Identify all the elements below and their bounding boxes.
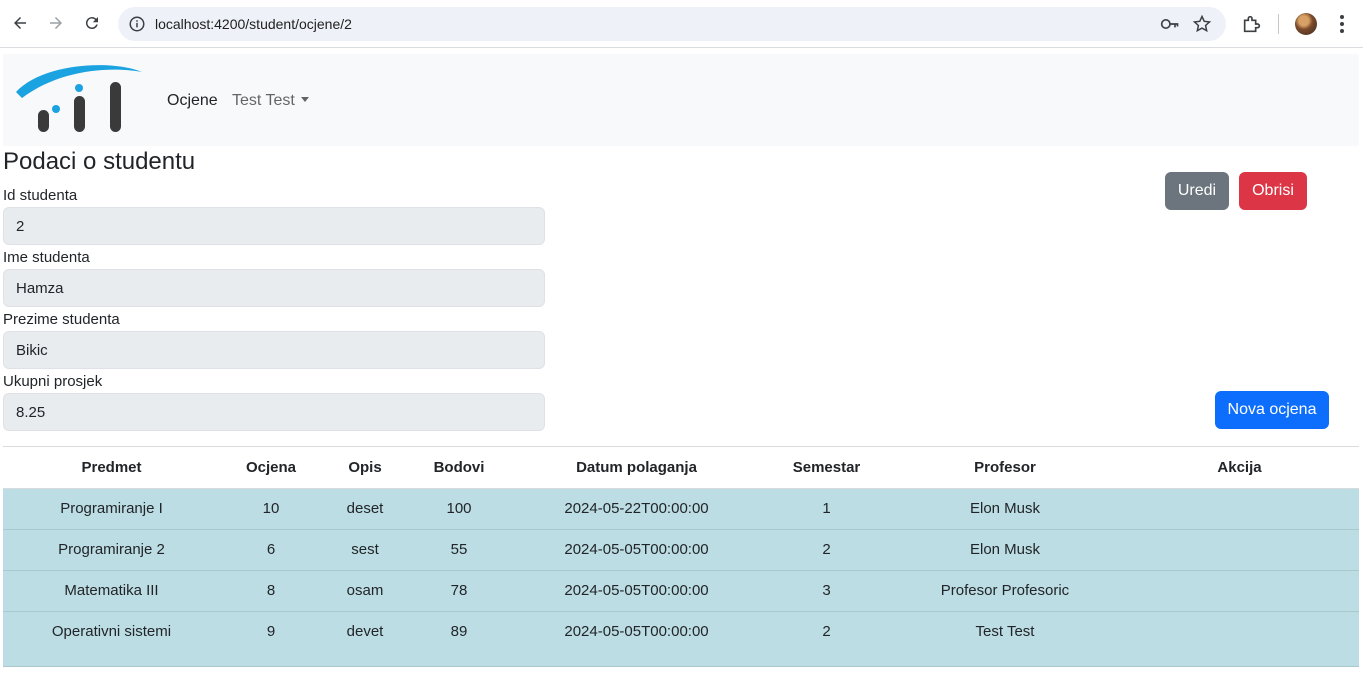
cell-predmet: Programiranje 2 (3, 529, 220, 571)
extensions-puzzle-icon[interactable] (1241, 13, 1263, 35)
header-predmet: Predmet (3, 447, 220, 489)
input-id-studenta[interactable] (3, 207, 545, 245)
url-text[interactable]: localhost:4200/student/ocjene/2 (155, 16, 352, 32)
browser-toolbar: localhost:4200/student/ocjene/2 (0, 0, 1363, 48)
cell-profesor: Elon Musk (890, 488, 1120, 530)
cell-semestar: 3 (763, 570, 890, 612)
table-row: Operativni sistemi 9 devet 89 2024-05-05… (3, 611, 1359, 667)
grades-table: Predmet Ocjena Opis Bodovi Datum polagan… (3, 447, 1359, 667)
reload-icon (85, 17, 98, 30)
uredi-button[interactable]: Uredi (1165, 172, 1229, 210)
password-key-icon[interactable] (1160, 15, 1180, 33)
label-ukupni-prosjek: Ukupni prosjek (3, 373, 103, 390)
user-dropdown-toggle[interactable]: Test Test (232, 92, 309, 110)
toolbar-separator (1278, 14, 1279, 34)
cell-profesor: Elon Musk (890, 529, 1120, 571)
input-ime-studenta[interactable] (3, 269, 545, 307)
bookmark-star-icon[interactable] (1192, 14, 1212, 34)
cell-predmet: Operativni sistemi (3, 611, 220, 667)
header-profesor: Profesor (890, 447, 1120, 489)
cell-ocjena: 10 (220, 488, 322, 530)
cell-akcija (1120, 570, 1359, 612)
cell-datum: 2024-05-05T00:00:00 (510, 611, 763, 667)
cell-predmet: Programiranje I (3, 488, 220, 530)
cell-ocjena: 9 (220, 611, 322, 667)
cell-semestar: 2 (763, 529, 890, 571)
cell-opis: devet (322, 611, 408, 667)
cell-akcija (1120, 488, 1359, 530)
cell-predmet: Matematika III (3, 570, 220, 612)
app-navbar: Ocjene Test Test (3, 54, 1359, 146)
cell-profesor: Profesor Profesoric (890, 570, 1120, 612)
cell-opis: sest (322, 529, 408, 571)
label-id-studenta: Id studenta (3, 187, 78, 204)
cell-bodovi: 55 (408, 529, 510, 571)
forward-button[interactable] (43, 10, 69, 36)
input-ukupni-prosjek[interactable] (3, 393, 545, 431)
back-arrow-icon (14, 17, 26, 29)
address-bar[interactable]: localhost:4200/student/ocjene/2 (118, 7, 1226, 41)
cell-bodovi: 78 (408, 570, 510, 612)
label-ime-studenta: Ime studenta (3, 249, 90, 266)
input-prezime-studenta[interactable] (3, 331, 545, 369)
header-semestar: Semestar (763, 447, 890, 489)
reload-button[interactable] (79, 10, 105, 36)
site-info-icon[interactable] (128, 15, 146, 33)
label-prezime-studenta: Prezime studenta (3, 311, 120, 328)
table-row: Programiranje 2 6 sest 55 2024-05-05T00:… (3, 529, 1359, 571)
fit-logo[interactable] (14, 64, 144, 134)
cell-datum: 2024-05-05T00:00:00 (510, 570, 763, 612)
forward-arrow-icon (50, 17, 62, 29)
header-datum: Datum polaganja (510, 447, 763, 489)
cell-ocjena: 8 (220, 570, 322, 612)
cell-ocjena: 6 (220, 529, 322, 571)
caret-down-icon (300, 97, 309, 102)
cell-datum: 2024-05-22T00:00:00 (510, 488, 763, 530)
cell-opis: deset (322, 488, 408, 530)
nova-ocjena-button[interactable]: Nova ocjena (1215, 391, 1329, 429)
cell-akcija (1120, 529, 1359, 571)
user-name: Test Test (232, 92, 295, 109)
table-row: Programiranje I 10 deset 100 2024-05-22T… (3, 488, 1359, 530)
cell-semestar: 1 (763, 488, 890, 530)
cell-opis: osam (322, 570, 408, 612)
cell-akcija (1120, 611, 1359, 667)
cell-profesor: Test Test (890, 611, 1120, 667)
header-akcija: Akcija (1120, 447, 1359, 489)
header-ocjena: Ocjena (220, 447, 322, 489)
cell-semestar: 2 (763, 611, 890, 667)
cell-bodovi: 100 (408, 488, 510, 530)
back-button[interactable] (7, 10, 33, 36)
obrisi-button[interactable]: Obrisi (1239, 172, 1307, 210)
table-header-row: Predmet Ocjena Opis Bodovi Datum polagan… (3, 447, 1359, 489)
more-vertical-icon[interactable] (1333, 13, 1351, 35)
cell-datum: 2024-05-05T00:00:00 (510, 529, 763, 571)
page-title: Podaci o studentu (3, 148, 196, 175)
cell-bodovi: 89 (408, 611, 510, 667)
header-bodovi: Bodovi (408, 447, 510, 489)
table-row: Matematika III 8 osam 78 2024-05-05T00:0… (3, 570, 1359, 612)
nav-link-ocjene[interactable]: Ocjene (167, 92, 218, 110)
header-opis: Opis (322, 447, 408, 489)
profile-avatar[interactable] (1295, 13, 1317, 35)
